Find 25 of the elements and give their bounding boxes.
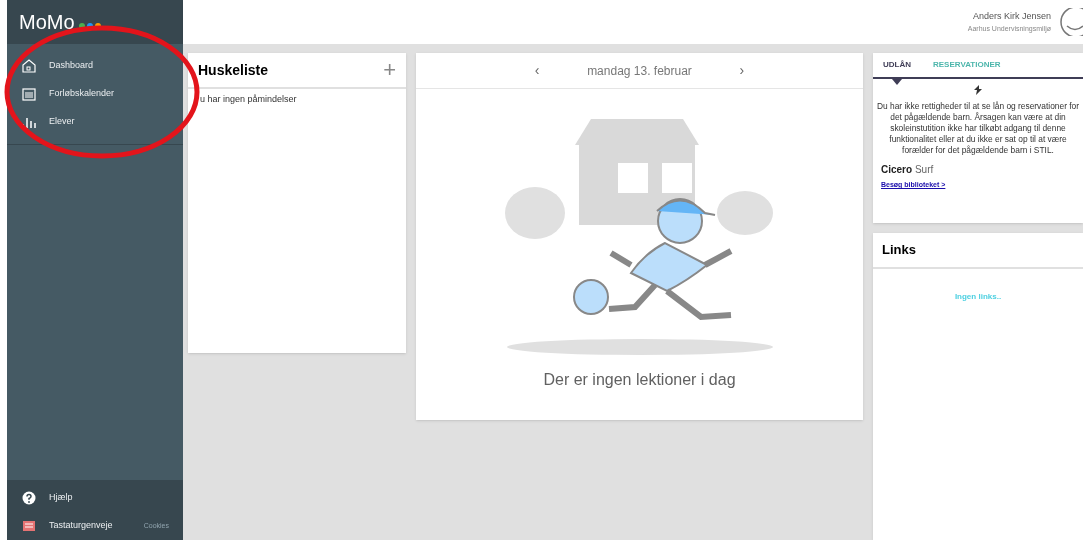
- avatar-icon[interactable]: [1059, 8, 1083, 36]
- previous-day-button[interactable]: ‹: [534, 60, 540, 81]
- next-day-button[interactable]: ›: [739, 60, 745, 81]
- permission-message: Du har ikke rettigheder til at se lån og reservationer for det pågældende barn. Årsagen kan være at din skoleinstutition ikke har tilkøbt adgang til denne funktionalitet eller at du ikke er sat op til at være forælder for det pågældende barn i STIL.: [876, 101, 1080, 156]
- user-name: Anders Kirk Jensen: [972, 10, 1051, 23]
- library-logo: Cicero Surf: [881, 163, 935, 177]
- keyboard-icon: [21, 518, 37, 534]
- lightning-icon: [974, 85, 982, 95]
- calendar-icon: [21, 86, 37, 102]
- house-icon: [21, 58, 37, 74]
- empty-message: Ingen links..: [953, 291, 1003, 303]
- menu-item[interactable]: Forløbskalender: [49, 87, 115, 101]
- menu-item[interactable]: Tastaturgenveje: [49, 519, 113, 533]
- help-icon: [21, 490, 37, 506]
- menu-item[interactable]: Elever: [49, 115, 75, 129]
- card-title: Links: [882, 241, 916, 260]
- date-label: mandag 13. februar: [586, 62, 693, 80]
- add-button[interactable]: +: [383, 59, 396, 81]
- empty-message: u har ingen påmindelser: [199, 93, 298, 106]
- dots-icon: [78, 23, 101, 29]
- tab[interactable]: UDLÅN: [883, 53, 911, 77]
- card-title: Huskeliste: [198, 60, 269, 80]
- menu-item[interactable]: Hjælp: [49, 491, 73, 505]
- empty-message: Der er ingen lektioner i dag: [543, 370, 736, 390]
- menu-item[interactable]: Dashboard: [49, 59, 94, 73]
